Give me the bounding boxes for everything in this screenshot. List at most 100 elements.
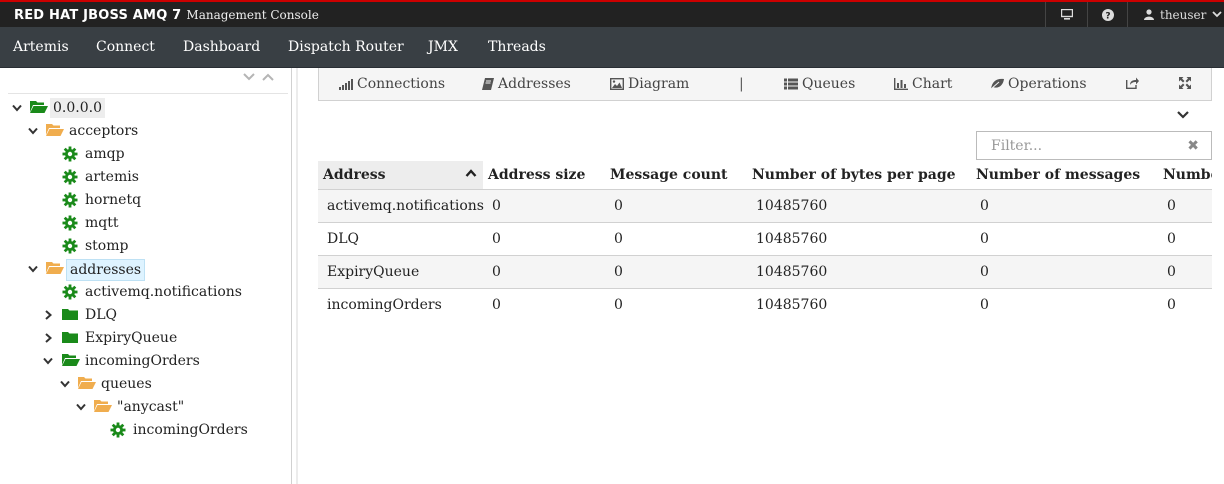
tree-node[interactable]: addresses <box>0 259 290 281</box>
folder-open-icon <box>30 100 48 114</box>
gear-icon <box>62 169 78 185</box>
collapse-all-icon[interactable] <box>261 72 275 82</box>
folder-icon <box>62 307 78 321</box>
picture-icon <box>610 78 624 90</box>
column-label: Address <box>323 166 386 183</box>
tree-node[interactable]: amqp <box>0 144 290 164</box>
table-cell: 0 <box>605 288 747 321</box>
table-row[interactable]: DLQ 0 0 10485760 0 0 <box>318 222 1212 256</box>
column-header-address-size[interactable]: Address size <box>483 161 605 190</box>
nav-jmx[interactable]: JMX <box>428 39 458 55</box>
column-header-number-of-messages[interactable]: Number of messages <box>971 161 1158 190</box>
tab-diagram[interactable]: Diagram <box>610 76 689 92</box>
tab-label: Diagram <box>628 76 690 92</box>
help-icon: ? <box>1101 8 1114 21</box>
tree-node[interactable]: DLQ <box>0 305 290 325</box>
tree-node-label[interactable]: "anycast" <box>114 397 187 417</box>
caret-down-icon[interactable] <box>10 101 24 115</box>
gear-icon <box>110 422 126 438</box>
help-button[interactable]: ? <box>1087 2 1127 27</box>
share-icon[interactable] <box>1126 77 1139 89</box>
splitter[interactable] <box>296 68 298 484</box>
column-header-address[interactable]: Address <box>318 161 483 190</box>
fullscreen-icon[interactable] <box>1179 77 1191 89</box>
tree-node[interactable]: artemis <box>0 167 290 187</box>
column-header-number[interactable]: Number <box>1158 161 1212 190</box>
table-cell: 0 <box>1158 222 1212 256</box>
tree-node-label[interactable]: mqtt <box>82 213 122 233</box>
caret-down-icon[interactable] <box>26 262 40 276</box>
tree-node[interactable]: acceptors <box>0 121 290 141</box>
tab-addresses[interactable]: Addresses <box>482 76 571 92</box>
tree-node-label[interactable]: addresses <box>66 259 146 281</box>
table-cell: 0 <box>605 255 747 289</box>
sort-ascending-icon <box>465 169 477 177</box>
tab-label: Addresses <box>498 76 571 92</box>
tree-node-label[interactable]: artemis <box>82 167 142 187</box>
gear-icon <box>62 192 78 208</box>
filter-input[interactable] <box>977 132 1182 159</box>
table-cell: 0 <box>971 288 1158 321</box>
folder-icon <box>62 330 78 344</box>
nav-dashboard[interactable]: Dashboard <box>183 39 260 55</box>
tree-node-label[interactable]: amqp <box>82 144 128 164</box>
svg-text:?: ? <box>1105 11 1110 21</box>
tree-node-label[interactable]: incomingOrders <box>82 351 203 371</box>
column-header-bytes-per-page[interactable]: Number of bytes per page <box>747 161 971 190</box>
tree-node-label[interactable]: 0.0.0.0 <box>50 98 105 118</box>
tab-separator: | <box>739 76 744 92</box>
tree-node[interactable]: stomp <box>0 236 290 256</box>
tree-node-label[interactable]: DLQ <box>82 305 120 325</box>
tree-node[interactable]: queues <box>0 374 290 394</box>
tab-chart[interactable]: Chart <box>894 76 952 92</box>
tab-label: Connections <box>357 76 446 92</box>
table-cell: incomingOrders <box>318 288 483 321</box>
tree-node-label[interactable]: activemq.notifications <box>82 282 245 302</box>
user-icon <box>1144 9 1154 20</box>
tree-node-label[interactable]: ExpiryQueue <box>82 328 180 348</box>
tree-node[interactable]: ExpiryQueue <box>0 328 290 348</box>
tree-node-label[interactable]: incomingOrders <box>130 420 251 440</box>
table-row[interactable]: ExpiryQueue 0 0 10485760 0 0 <box>318 255 1212 289</box>
chevron-down-icon[interactable] <box>1176 108 1190 122</box>
table-cell: 10485760 <box>747 189 971 223</box>
masthead: RED HAT JBOSS AMQ 7 Management Console ? … <box>0 0 1224 27</box>
tree-node-label[interactable]: stomp <box>82 236 131 256</box>
clear-filter-icon[interactable]: ✖ <box>1187 138 1199 154</box>
tree-node[interactable]: 0.0.0.0 <box>0 98 290 118</box>
caret-right-icon[interactable] <box>41 308 55 322</box>
nav-artemis[interactable]: Artemis <box>13 39 69 55</box>
nav-dispatch-router[interactable]: Dispatch Router <box>288 39 404 55</box>
chevron-down-icon <box>1212 11 1223 18</box>
nav-threads[interactable]: Threads <box>488 39 546 55</box>
user-name: theuser <box>1160 7 1207 22</box>
tree-node-label[interactable]: hornetq <box>82 190 144 210</box>
folder-open-icon <box>62 353 80 367</box>
column-header-message-count[interactable]: Message count <box>605 161 747 190</box>
tree-node[interactable]: incomingOrders <box>0 351 290 371</box>
table-cell: 10485760 <box>747 255 971 289</box>
caret-down-icon[interactable] <box>58 377 72 391</box>
tree-node-label[interactable]: queues <box>98 374 155 394</box>
tab-queues[interactable]: Queues <box>784 76 855 92</box>
table-row[interactable]: activemq.notifications 0 0 10485760 0 0 <box>318 189 1212 223</box>
tree-node[interactable]: mqtt <box>0 213 290 233</box>
caret-down-icon[interactable] <box>41 354 55 368</box>
caret-down-icon[interactable] <box>26 124 40 138</box>
tab-operations[interactable]: Operations <box>990 76 1087 92</box>
caret-down-icon[interactable] <box>74 400 88 414</box>
user-menu[interactable]: theuser <box>1127 2 1224 27</box>
table-row[interactable]: incomingOrders 0 0 10485760 0 0 <box>318 288 1212 321</box>
tree-node[interactable]: hornetq <box>0 190 290 210</box>
filter-box: ✖ <box>976 131 1212 160</box>
tree-node[interactable]: "anycast" <box>0 397 290 417</box>
expand-all-icon[interactable] <box>242 72 256 82</box>
nav-connect[interactable]: Connect <box>96 39 155 55</box>
table-cell: DLQ <box>318 222 483 256</box>
tree-node-label[interactable]: acceptors <box>66 121 141 141</box>
monitor-button[interactable] <box>1045 2 1087 27</box>
tab-connections[interactable]: Connections <box>339 76 445 92</box>
tree-node[interactable]: activemq.notifications <box>0 282 290 302</box>
tree-node[interactable]: incomingOrders <box>0 420 290 440</box>
caret-right-icon[interactable] <box>41 331 55 345</box>
